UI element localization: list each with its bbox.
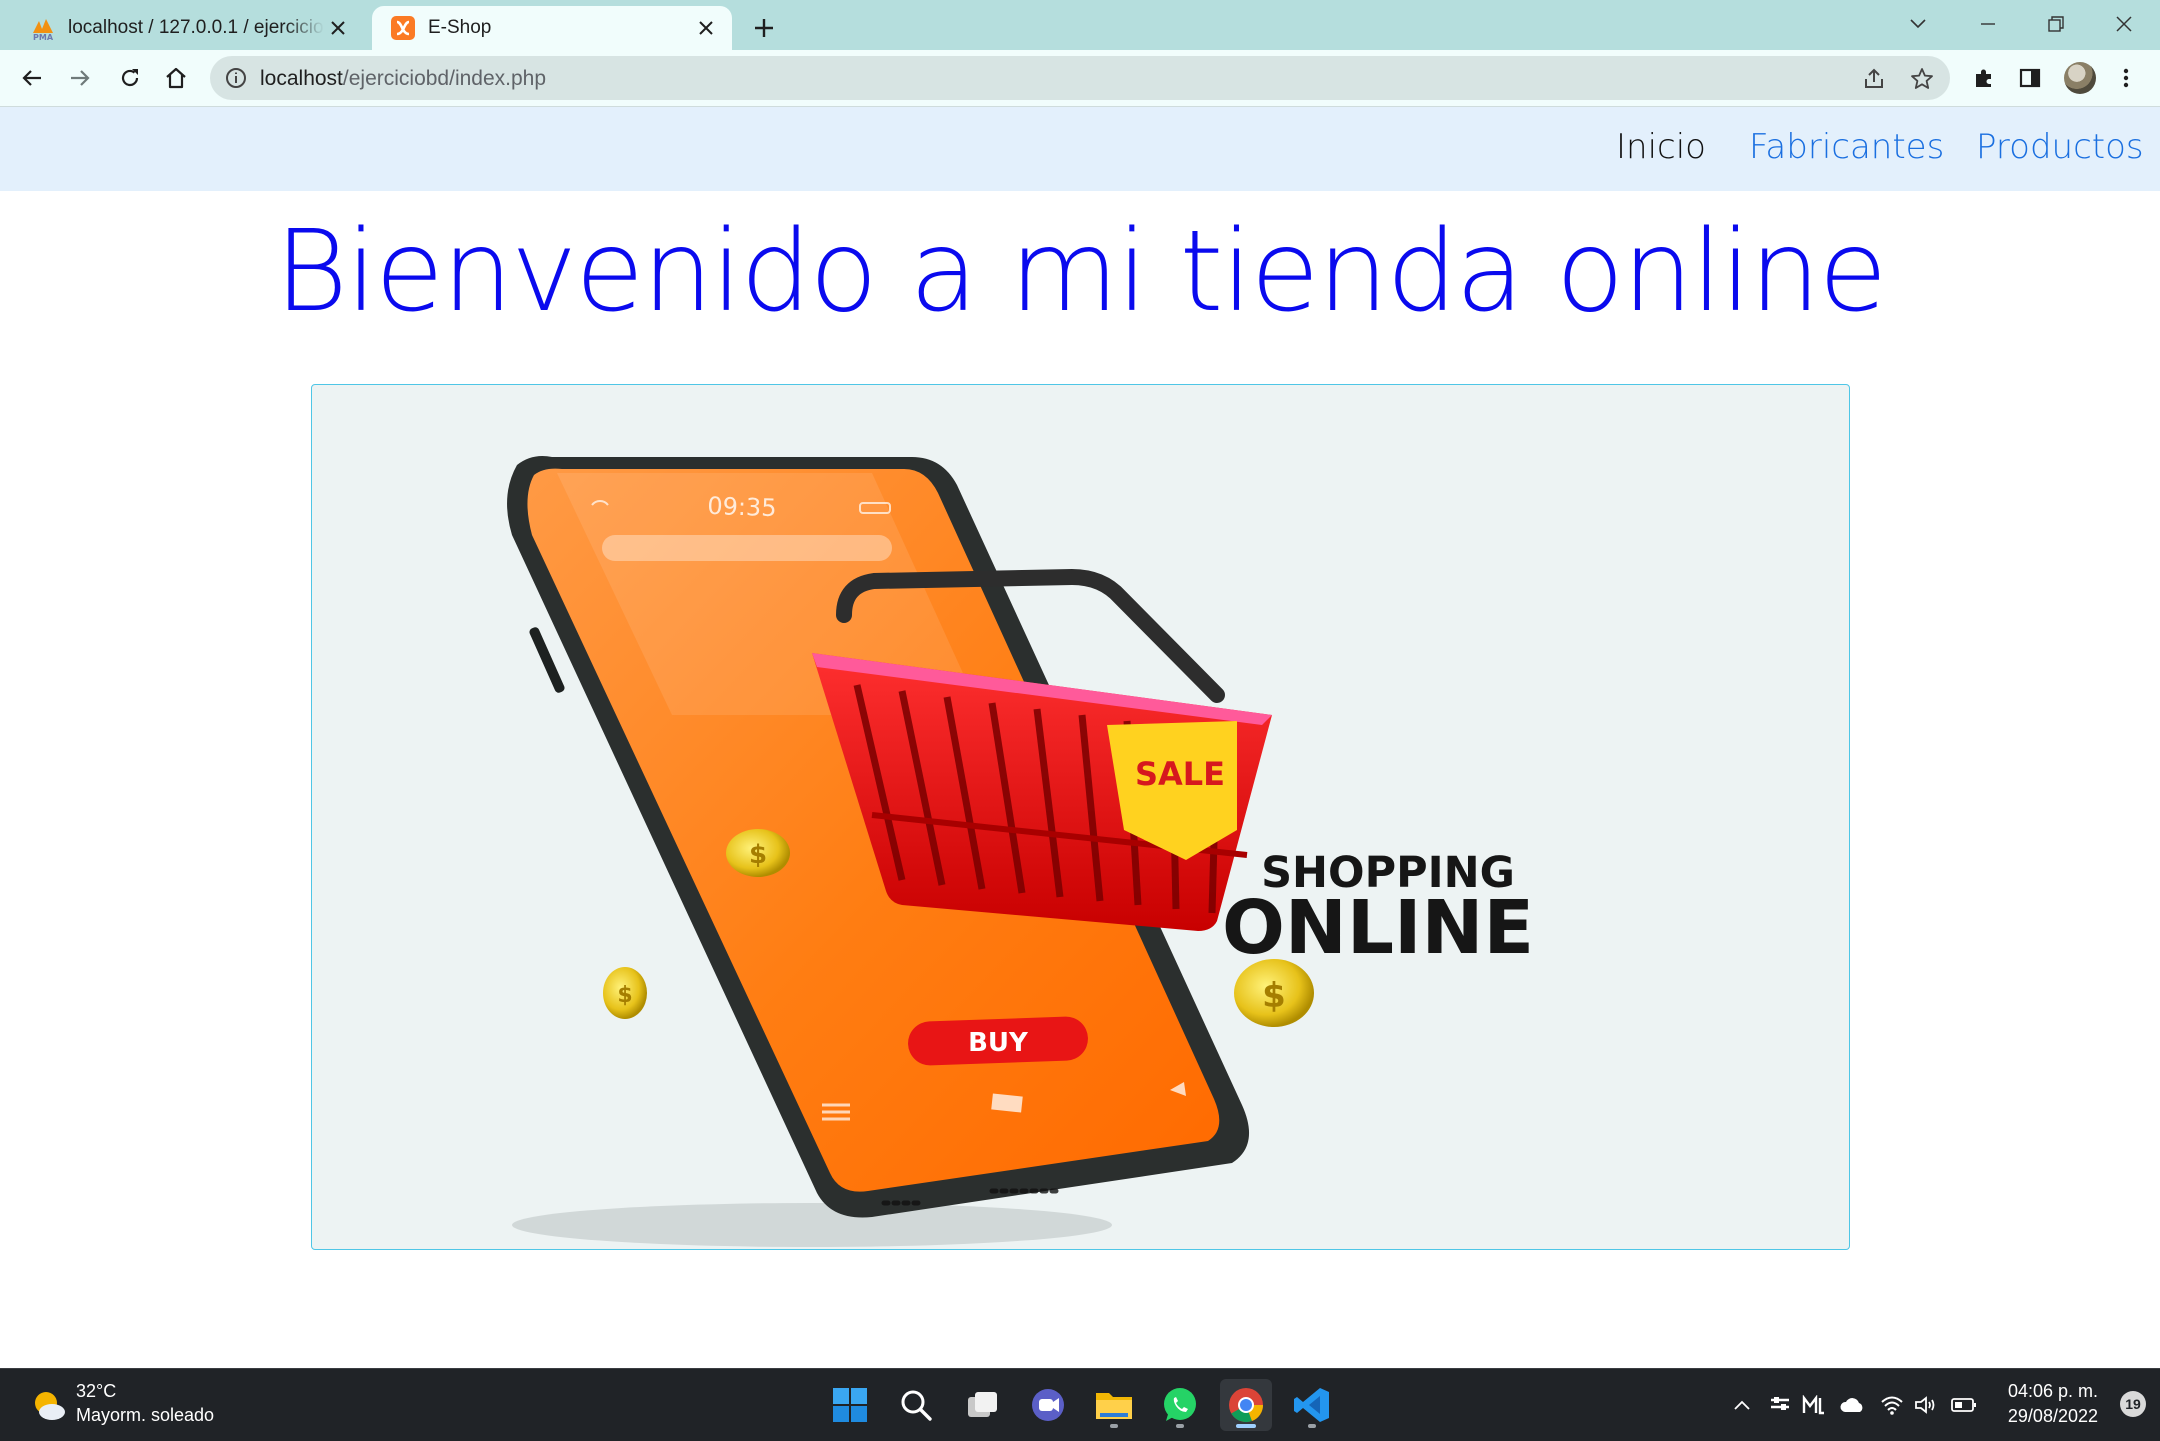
coin-icon: $ [603,967,647,1019]
xampp-icon [391,16,415,40]
buy-label: BUY [968,1028,1029,1058]
tray-app-icon[interactable] [1800,1391,1828,1419]
meet-now-icon [1802,1395,1824,1415]
sliders-icon [1771,1397,1789,1410]
kebab-menu-icon [2123,68,2129,88]
reload-button[interactable] [112,60,148,96]
vscode-button[interactable] [1286,1379,1338,1431]
extensions-button[interactable] [1966,60,2002,96]
star-icon [1911,68,1933,89]
running-indicator [1308,1424,1316,1428]
running-indicator [1176,1424,1184,1428]
chevron-down-icon [1910,19,1926,29]
shopping-online-illustration: 09:35 BUY $ $ $ SALE SHOPPING ONLINE [507,456,1534,1247]
back-button[interactable] [14,60,50,96]
tab-search-button[interactable] [1890,4,1946,44]
url-text[interactable]: localhost/ejerciciobd/index.php [260,67,546,91]
browser-tab-strip: PMA localhost / 127.0.0.1 / ejercicio / … [0,0,2160,50]
start-button[interactable] [824,1379,876,1431]
profile-avatar[interactable] [2064,62,2096,94]
weather-description[interactable]: Mayorm. soleado [76,1405,214,1426]
hero-image: 09:35 BUY $ $ $ SALE SHOPPING ONLINE [311,384,1850,1250]
minimize-button[interactable] [1960,4,2016,44]
forward-button[interactable] [62,60,98,96]
task-view-button[interactable] [956,1379,1008,1431]
active-indicator [1236,1424,1256,1428]
volume-icon[interactable] [1912,1391,1940,1419]
close-window-button[interactable] [2096,4,2152,44]
hero-headline-big: ONLINE [1222,885,1534,971]
side-panel-icon [2019,68,2041,88]
arrow-left-icon [22,70,41,86]
new-tab-button[interactable] [748,12,780,44]
notification-badge[interactable]: 19 [2120,1391,2146,1417]
chrome-icon [1229,1388,1264,1423]
nav-link-productos[interactable]: Productos [1976,127,2144,167]
browser-toolbar: localhost/ejerciciobd/index.php [0,50,2160,107]
reload-icon [121,69,139,87]
close-tab-icon[interactable] [324,14,352,42]
info-icon[interactable] [224,66,248,90]
url-host: localhost [260,67,343,90]
clock-date[interactable]: 29/08/2022 [2008,1406,2098,1427]
svg-text:$: $ [1262,976,1286,1016]
windows-taskbar: 32°C Mayorm. soleado 04:06 p. m. 29/08/2… [0,1368,2160,1441]
task-view-icon [968,1392,997,1417]
tab-title: E-Shop [428,17,492,38]
page-title: Bienvenido a mi tienda online [274,207,1888,337]
sale-label: SALE [1135,755,1225,793]
close-tab-icon[interactable] [692,14,720,42]
phone-time: 09:35 [707,492,777,522]
onedrive-icon[interactable] [1838,1391,1866,1419]
bookmark-button[interactable] [1908,65,1936,93]
teams-chat-button[interactable] [1022,1379,1074,1431]
show-hidden-icons-button[interactable] [1728,1391,1756,1419]
arrow-right-icon [71,70,90,86]
svg-text:$: $ [617,983,632,1008]
restore-icon [2048,16,2064,32]
phpmyadmin-icon: PMA [33,19,54,41]
search-icon [901,1390,932,1421]
svg-text:PMA: PMA [33,33,54,41]
home-button[interactable] [158,60,194,96]
tab-title: localhost / 127.0.0.1 / ejercicio / [68,17,324,38]
nav-link-inicio[interactable]: Inicio [1616,127,1706,167]
address-bar[interactable]: localhost/ejerciciobd/index.php [210,56,1950,100]
folder-icon [1096,1393,1132,1419]
weather-temperature[interactable]: 32°C [76,1381,116,1402]
menu-button[interactable] [2108,60,2144,96]
tray-app-icon[interactable] [1766,1391,1794,1419]
restore-button[interactable] [2028,4,2084,44]
taskbar-search-button[interactable] [890,1379,942,1431]
whatsapp-button[interactable] [1154,1379,1206,1431]
file-explorer-button[interactable] [1088,1379,1140,1431]
share-button[interactable] [1860,65,1888,93]
home-icon [166,67,186,89]
plus-icon [755,19,773,37]
coin-icon: $ [726,829,790,877]
windows-start-icon [833,1388,867,1422]
minimize-icon [1981,23,1995,25]
running-indicator [1110,1424,1118,1428]
weather-sun-cloud-icon[interactable] [28,1385,68,1425]
puzzle-icon [1976,69,1991,87]
close-icon [2116,16,2132,32]
tab-eshop[interactable]: E-Shop [372,6,732,50]
chevron-up-icon [1734,1400,1750,1410]
tab-phpmyadmin[interactable]: PMA localhost / 127.0.0.1 / ejercicio / [22,6,364,50]
nav-link-fabricantes[interactable]: Fabricantes [1749,127,1944,167]
chrome-button[interactable] [1220,1379,1272,1431]
battery-icon[interactable] [1950,1391,1978,1419]
site-navbar: Inicio Fabricantes Productos [0,107,2160,191]
teams-chat-icon [1032,1389,1064,1421]
share-icon [1865,68,1883,88]
svg-text:$: $ [749,840,767,870]
clock-time[interactable]: 04:06 p. m. [2008,1381,2098,1402]
side-panel-button[interactable] [2012,60,2048,96]
wifi-icon[interactable] [1878,1391,1906,1419]
vscode-icon [1294,1388,1329,1422]
whatsapp-icon [1164,1388,1196,1421]
url-path: /ejerciciobd/index.php [342,67,547,90]
